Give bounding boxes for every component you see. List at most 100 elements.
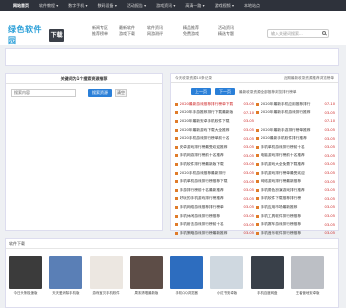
app-card[interactable]: 今日头条极速版 xyxy=(9,256,42,295)
list-entry[interactable]: 手机工具软件排行榜推荐 03-05 xyxy=(256,214,337,219)
app-name[interactable]: 周末清唱最新版 xyxy=(130,291,163,296)
app-name[interactable]: 手机QQ浏览器 xyxy=(170,291,203,296)
entry-title[interactable]: 手机应用市场最新推荐 xyxy=(261,205,324,210)
prev-page-button[interactable]: 上一页 xyxy=(191,88,211,95)
nav-item[interactable]: 本地站点 xyxy=(239,0,265,11)
nav-item[interactable]: 高清一路 ▾ xyxy=(180,0,209,11)
entry-title[interactable]: 手机游戏排行榜单最受欢迎 xyxy=(261,171,324,176)
quick-link[interactable]: 推荐榜单 xyxy=(92,31,108,37)
entry-title[interactable]: 2020年最新安卓手机软件下载 xyxy=(180,119,243,124)
entry-title[interactable]: 2020最新手机软件排行推荐 xyxy=(261,136,324,141)
list-entry[interactable]: 手机音乐软件排行榜推荐 03-05 xyxy=(256,231,337,236)
app-card[interactable]: 天天爱消除手机版 xyxy=(49,256,83,295)
entry-title[interactable]: 2020手机游戏排行榜单前十名 xyxy=(180,136,243,141)
list-entry[interactable]: 手游排行榜前十名最新推荐 03-05 xyxy=(175,188,256,193)
site-logo[interactable]: 绿色软件园 下载 xyxy=(8,25,64,45)
list-entry[interactable]: 2020年最新手游排行榜单推荐 03-05 xyxy=(256,128,337,133)
list-entry[interactable]: 2020年手游推荐排行下载最新版 07-10 xyxy=(175,110,256,115)
entry-title[interactable]: 手机赛车游戏排行榜推荐 xyxy=(261,222,324,227)
list-entry[interactable]: 手机休闲游戏排行榜推荐 03-05 xyxy=(175,214,256,219)
app-screenshot[interactable] xyxy=(89,256,123,289)
entry-title[interactable]: 2020年最新手机应用推荐排行 xyxy=(261,102,324,107)
list-entry[interactable]: 手机网络游戏推荐排行榜单 03-05 xyxy=(175,205,256,210)
entry-title[interactable]: 2020年最新手机游戏排行推荐 xyxy=(261,110,324,115)
entry-title[interactable]: 2020最新游戏推荐排行榜单下载 xyxy=(180,102,243,107)
app-card[interactable]: 游戏宝贝手机软件 xyxy=(89,256,123,296)
entry-title[interactable]: 手机软件下载推荐排行榜 xyxy=(261,196,324,201)
list-entry[interactable]: 2020年最新手机游戏排行推荐 03-05 xyxy=(256,110,337,115)
quick-link[interactable]: 免费游戏 xyxy=(183,31,199,37)
app-screenshot[interactable] xyxy=(291,256,325,289)
entry-title[interactable]: 手机单机游戏排行榜推荐下载 xyxy=(180,179,243,184)
app-screenshot[interactable] xyxy=(9,256,42,289)
nav-item[interactable]: 网站首页 xyxy=(8,0,34,11)
list-entry[interactable]: 安卓游戏排行榜最受欢迎推荐 03-05 xyxy=(175,145,256,150)
entry-title[interactable]: 手机网游排行榜前十名推荐 xyxy=(180,153,243,158)
entry-title[interactable]: 2020年最新手游排行榜单推荐 xyxy=(261,128,324,133)
list-entry[interactable]: 手机单机游戏排行榜前十名 03-05 xyxy=(256,145,337,150)
list-entry[interactable]: 手机软件下载推荐排行榜 03-05 xyxy=(256,196,337,201)
entry-title[interactable]: 手机游戏大全免费下载推荐 xyxy=(261,162,324,167)
list-entry[interactable]: 手机赛车游戏排行榜推荐 03-05 xyxy=(256,222,337,227)
list-entry[interactable]: 2020最新手机软件排行推荐 03-05 xyxy=(256,136,337,141)
next-page-button[interactable]: 下一页 xyxy=(215,88,235,95)
list-entry[interactable]: 手机游戏大全免费下载推荐 03-05 xyxy=(256,162,337,167)
list-entry[interactable]: 电脑游戏排行榜前十名推荐 03-05 xyxy=(256,153,337,158)
list-entry[interactable]: 2020年最新游戏下载大全推荐 03-05 xyxy=(175,128,256,133)
entry-title[interactable]: 手机射击游戏排行榜前十名 xyxy=(180,222,243,227)
entry-title[interactable]: 手机工具软件排行榜推荐 xyxy=(261,214,324,219)
list-entry[interactable]: 2020年最新安卓手机软件下载 03-05 xyxy=(175,119,256,124)
clear-button[interactable]: 清空 xyxy=(115,89,127,97)
nav-item[interactable]: 数字手机 ▾ xyxy=(63,0,92,11)
entry-title[interactable]: 手机音乐软件排行榜推荐 xyxy=(261,231,324,236)
entry-title[interactable]: 好玩的手机游戏排行榜推荐 xyxy=(180,196,243,201)
search-resources-button[interactable]: 搜索资源 xyxy=(88,89,112,97)
list-entry[interactable]: 手机策略游戏排行榜最新推荐 03-05 xyxy=(175,231,256,236)
entry-title[interactable]: 2020年手游推荐排行下载最新版 xyxy=(180,110,243,115)
app-card[interactable]: 手机百度网盘 xyxy=(250,256,284,296)
list-entry[interactable]: 手机射击游戏排行榜前十名 03-05 xyxy=(175,222,256,227)
list-entry[interactable]: 2020最新游戏推荐排行榜单下载 03-05 xyxy=(175,102,256,107)
entry-title[interactable]: 手机角色扮演游戏排行推荐 xyxy=(261,188,324,193)
entry-title[interactable]: 手机策略游戏排行榜最新推荐 xyxy=(180,231,243,236)
app-name[interactable]: 小红书安卓版 xyxy=(210,291,243,296)
keyword-input[interactable]: 搜索内容 xyxy=(11,89,76,97)
list-entry[interactable]: 手机软件排行榜最新版下载 03-05 xyxy=(175,162,256,167)
nav-item[interactable]: 游戏视频 ▾ xyxy=(210,0,239,11)
app-screenshot[interactable] xyxy=(129,256,163,289)
app-screenshot[interactable] xyxy=(49,256,83,289)
entry-title[interactable]: 安卓游戏排行榜最受欢迎推荐 xyxy=(180,145,243,150)
list-entry[interactable]: 手机网游排行榜前十名推荐 03-05 xyxy=(175,153,256,158)
entry-title[interactable]: 手机网络游戏推荐排行榜单 xyxy=(180,205,243,210)
list-entry[interactable]: 07-10 xyxy=(256,119,337,123)
list-entry[interactable]: 好玩的手机游戏排行榜推荐 03-05 xyxy=(175,196,256,201)
list-entry[interactable]: 手机游戏排行榜单最受欢迎 03-05 xyxy=(256,171,337,176)
entry-title[interactable]: 电脑游戏排行榜前十名推荐 xyxy=(261,153,324,158)
quick-link[interactable]: 精选专题 xyxy=(218,31,234,37)
app-card[interactable]: 小红书安卓版 xyxy=(210,256,244,296)
entry-title[interactable]: 手机软件排行榜最新版下载 xyxy=(180,162,243,167)
list-entry[interactable]: 手机角色扮演游戏排行推荐 03-05 xyxy=(256,188,337,193)
entry-title[interactable]: 手游排行榜前十名最新推荐 xyxy=(180,188,243,193)
entry-title[interactable]: 手机单机游戏排行榜前十名 xyxy=(261,145,324,150)
app-card[interactable]: 周末清唱最新版 xyxy=(129,256,163,296)
list-entry[interactable]: 2020手机游戏推荐最新排行 03-05 xyxy=(175,171,256,176)
site-search-input[interactable]: 输入关键词搜索... xyxy=(267,29,329,38)
app-card[interactable]: 手机QQ浏览器 xyxy=(170,256,204,296)
quick-link[interactable]: 游戏下载 xyxy=(119,31,135,37)
entry-title[interactable]: 2020手机游戏推荐最新排行 xyxy=(180,171,243,176)
app-name[interactable]: 游戏宝贝手机软件 xyxy=(90,291,123,296)
nav-item[interactable]: 活动报告 ▾ xyxy=(122,0,151,11)
app-screenshot[interactable] xyxy=(170,256,204,289)
app-screenshot[interactable] xyxy=(250,256,284,289)
entry-title[interactable]: 2020年最新游戏下载大全推荐 xyxy=(180,128,243,133)
list-entry[interactable]: 手机应用市场最新推荐 03-05 xyxy=(256,205,337,210)
app-name[interactable]: 今日头条极速版 xyxy=(9,291,42,296)
nav-item[interactable]: 软件教程 ▾ xyxy=(34,0,63,11)
entry-title[interactable]: 手机休闲游戏排行榜推荐 xyxy=(180,214,243,219)
app-name[interactable]: 手机百度网盘 xyxy=(251,291,284,296)
list-entry[interactable]: 2020年最新手机应用推荐排行 07-10 xyxy=(256,102,337,107)
list-entry[interactable]: 2020手机游戏排行榜单前十名 03-05 xyxy=(175,136,256,141)
quick-link[interactable]: 网游测评 xyxy=(147,31,163,37)
nav-item[interactable]: 游戏资讯 ▾ xyxy=(151,0,180,11)
